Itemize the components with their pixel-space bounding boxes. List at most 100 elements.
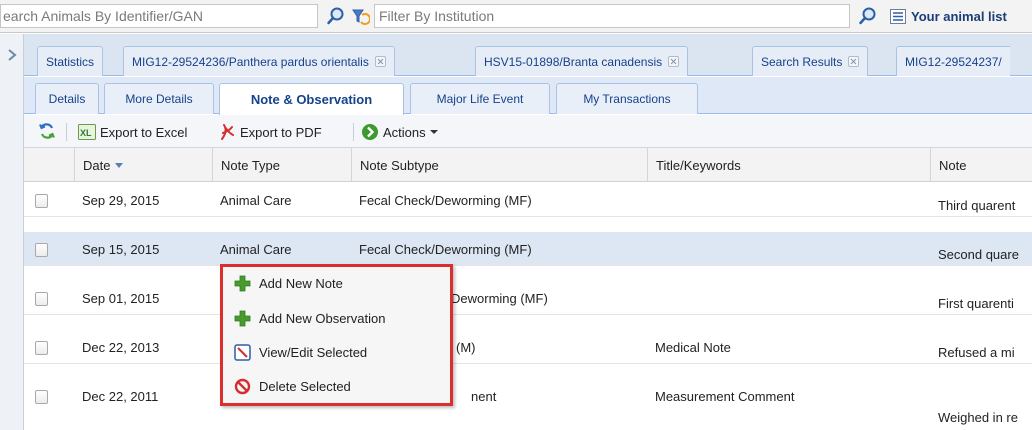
svg-text:XL: XL (80, 128, 92, 138)
actions-menu-button[interactable]: Actions (361, 122, 438, 142)
table-row[interactable]: Sep 01, 2015 Deworming (MF) First quaren… (24, 281, 1032, 315)
tab-more-details[interactable]: More Details (104, 83, 214, 114)
cell-title-keywords (647, 281, 930, 315)
tab-branta-canadensis[interactable]: HSV15-01898/Branta canadensis (475, 46, 689, 76)
table-row[interactable]: Sep 29, 2015 Animal Care Fecal Check/Dew… (24, 183, 1032, 217)
plus-icon (234, 275, 251, 291)
workspace-tab-strip: Statistics MIG12-29524236/Panthera pardu… (24, 34, 1032, 76)
tab-mig12-29524237[interactable]: MIG12-29524237/ (896, 46, 1010, 76)
tab-panthera-pardus[interactable]: MIG12-29524236/Panthera pardus orientali… (123, 46, 395, 76)
cell-note-type: Animal Care (220, 241, 292, 257)
cell-date: Sep 01, 2015 (82, 290, 160, 306)
column-header-note[interactable]: Note (930, 148, 1032, 182)
row-context-menu: Add New Note Add New Observation View/Ed… (220, 264, 453, 406)
refresh-icon[interactable] (38, 122, 56, 140)
column-label: Title/Keywords (656, 157, 741, 173)
column-label: Note Type (221, 157, 281, 173)
cell-title-keywords: Medical Note (655, 339, 731, 355)
search-icon[interactable] (858, 6, 878, 26)
tab-note-observation[interactable]: Note & Observation (219, 83, 404, 115)
tab-label: HSV15-01898/Branta canadensis (484, 54, 663, 69)
cell-note-subtype: Fecal Check/Deworming (MF) (359, 192, 532, 208)
tab-major-life-event[interactable]: Major Life Event (410, 83, 550, 114)
grid-toolbar: XL Export to Excel Export to PDF Actions (24, 115, 1032, 148)
cell-note: First quarenti (938, 296, 1014, 311)
column-header-note-type[interactable]: Note Type (212, 148, 351, 182)
export-excel-button[interactable]: XL Export to Excel (78, 122, 187, 142)
tab-label: Note & Observation (250, 92, 373, 107)
column-label: Date (83, 157, 111, 173)
tab-search-results[interactable]: Search Results (752, 46, 869, 76)
close-icon[interactable] (848, 56, 860, 67)
tab-my-transactions[interactable]: My Transactions (556, 83, 698, 114)
table-row-selected[interactable]: Sep 15, 2015 Animal Care Fecal Check/Dew… (24, 232, 1032, 266)
tab-label: MIG12-29524236/Panthera pardus orientali… (132, 54, 369, 69)
cell-date: Sep 29, 2015 (82, 192, 160, 208)
tab-label: More Details (125, 92, 193, 106)
menu-item-label: Add New Note (259, 275, 343, 291)
column-header-title-keywords[interactable]: Title/Keywords (647, 148, 930, 182)
table-row[interactable]: Dec 22, 2013 (M) Medical Note Refused a … (24, 330, 1032, 364)
list-icon (890, 8, 906, 24)
cell-note: Second quare (938, 247, 1019, 262)
export-pdf-button[interactable]: Export to PDF (220, 122, 322, 142)
row-checkbox[interactable] (35, 292, 48, 306)
export-excel-label: Export to Excel (100, 124, 188, 140)
top-search-bar: Your animal list (0, 0, 1032, 33)
close-icon[interactable] (374, 56, 386, 67)
left-panel-gutter (0, 34, 24, 430)
checkbox-column-header (24, 148, 74, 182)
row-checkbox[interactable] (35, 341, 48, 355)
column-label: Note (939, 157, 967, 173)
cell-note-subtype: nent (471, 388, 497, 404)
institution-filter-input[interactable] (374, 4, 850, 28)
toolbar-divider (66, 123, 67, 141)
filter-icon[interactable] (350, 6, 370, 26)
column-header-note-subtype[interactable]: Note Subtype (351, 148, 647, 182)
menu-item-label: Delete Selected (259, 378, 351, 394)
arrow-right-circle-icon (362, 124, 378, 140)
table-row[interactable]: Dec 22, 2011 nent Measurement Comment We… (24, 379, 1032, 430)
column-header-date[interactable]: Date (74, 148, 212, 182)
cell-title-keywords: Measurement Comment (655, 388, 795, 404)
cell-note-subtype: Deworming (MF) (451, 290, 548, 306)
column-label: Note Subtype (360, 157, 439, 173)
menu-item-label: View/Edit Selected (259, 344, 368, 360)
cell-note: Third quarent (938, 198, 1016, 213)
cell-note: Weighed in re (938, 410, 1018, 425)
expand-panel-icon[interactable] (6, 48, 18, 62)
menu-item-add-new-note[interactable]: Add New Note (223, 268, 450, 298)
tab-statistics[interactable]: Statistics (37, 46, 104, 76)
tab-label: Details (48, 92, 86, 106)
cell-note-subtype: (M) (456, 339, 476, 355)
menu-item-delete-selected[interactable]: Delete Selected (223, 371, 450, 401)
pdf-icon (221, 124, 234, 140)
grid-header: Date Note Type Note Subtype Title/Keywor… (24, 148, 1032, 182)
menu-item-view-edit-selected[interactable]: View/Edit Selected (223, 337, 450, 367)
tab-details[interactable]: Details (35, 83, 99, 114)
detail-tab-strip: Details More Details Note & Observation … (24, 77, 1032, 115)
export-pdf-label: Export to PDF (240, 124, 322, 140)
chevron-down-icon (429, 130, 438, 134)
row-checkbox[interactable] (35, 194, 48, 208)
cell-title-keywords (647, 183, 930, 217)
tab-label: MIG12-29524237/ (905, 54, 1002, 69)
excel-icon: XL (78, 124, 96, 140)
search-icon[interactable] (326, 6, 346, 26)
tab-label: Major Life Event (436, 92, 524, 106)
cell-note-subtype: Fecal Check/Deworming (MF) (359, 241, 532, 257)
menu-item-add-new-observation[interactable]: Add New Observation (223, 303, 450, 333)
tab-label: My Transactions (583, 92, 671, 106)
actions-label: Actions (383, 124, 426, 140)
animal-list-button[interactable]: Your animal list (890, 5, 1007, 27)
cell-note-type: Animal Care (220, 192, 292, 208)
edit-icon (234, 343, 251, 361)
toolbar-divider (353, 123, 354, 141)
animal-search-input[interactable] (0, 4, 318, 28)
tab-label: Statistics (46, 54, 95, 69)
sort-descending-icon (115, 162, 124, 168)
row-checkbox[interactable] (35, 390, 48, 404)
close-icon[interactable] (668, 56, 680, 67)
row-checkbox[interactable] (35, 243, 48, 257)
tab-label: Search Results (761, 54, 843, 69)
